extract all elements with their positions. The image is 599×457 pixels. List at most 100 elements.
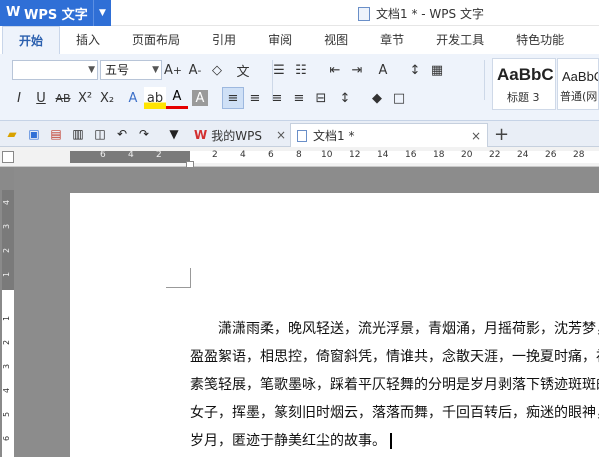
- text-line: 女子，挥墨，篆刻旧时烟云，落落而舞，千回百转后，痴迷的眼神，: [190, 405, 599, 421]
- grow-font-icon[interactable]: A +: [162, 59, 184, 81]
- export-pdf-icon[interactable]: ▤: [46, 124, 66, 144]
- ruler-number: 2: [2, 339, 12, 346]
- numbered-list-icon[interactable]: ☷: [290, 59, 312, 81]
- ruler-number: 14: [377, 150, 389, 160]
- ruler-number: 10: [321, 150, 333, 160]
- chevron-down-icon[interactable]: ▼: [164, 124, 184, 144]
- font-size-combo[interactable]: 五号 ▼: [100, 60, 162, 80]
- tab-references[interactable]: 引用: [196, 26, 252, 54]
- decrease-indent-icon[interactable]: ⇤: [324, 59, 346, 81]
- text-line: 潇潇雨柔，晚风轻送，流光浮景，青烟涌，月摇荷影，沈芳梦，: [218, 321, 599, 337]
- ribbon-toolbar: ▼ 五号 ▼ A + A- ◇ 文 ☰ ☷ ⇤ ⇥ A ↕ ▦ I U AB X²…: [0, 54, 599, 121]
- doc-tab-label: 文档1 *: [313, 129, 355, 143]
- highlight-color-icon[interactable]: ab: [144, 87, 166, 109]
- ruler-number: 20: [461, 150, 473, 160]
- italic-icon[interactable]: I: [8, 87, 30, 109]
- redo-icon[interactable]: ↷: [134, 124, 154, 144]
- ruler-number: 6: [2, 435, 12, 442]
- app-menu-button[interactable]: W WPS 文字 ▼: [0, 0, 111, 26]
- ruler-number: 2: [212, 150, 218, 160]
- tab-document1[interactable]: 文档1 * ×: [290, 123, 488, 147]
- print-preview-icon[interactable]: ◫: [90, 124, 110, 144]
- underline-icon[interactable]: U: [30, 87, 52, 109]
- tab-home[interactable]: 开始: [2, 26, 61, 54]
- tab-my-wps[interactable]: W 我的WPS ×: [188, 123, 288, 147]
- ruler-number: 16: [405, 150, 417, 160]
- paragraph-shading-icon[interactable]: ◆: [366, 87, 388, 109]
- ruler-number: 4: [2, 387, 12, 394]
- style-label: 普通(网: [560, 90, 598, 103]
- close-icon[interactable]: ×: [276, 128, 286, 142]
- font-color-icon[interactable]: A: [166, 87, 188, 109]
- distributed-icon[interactable]: ⊟: [310, 87, 332, 109]
- page-margin-marker: [166, 268, 191, 288]
- style-sample: AaBbC: [562, 69, 598, 84]
- tab-stop-selector[interactable]: [2, 151, 14, 163]
- title-bar: W WPS 文字 ▼ 文档1 * - WPS 文字: [0, 0, 599, 26]
- wps-logo-icon: W: [6, 5, 21, 20]
- text-line-last: 岁月，匿迹于静美红尘的故事。: [190, 427, 599, 455]
- ruler-number: 4: [2, 199, 12, 206]
- ruler-number: 22: [489, 150, 501, 160]
- strikethrough-icon[interactable]: AB: [52, 87, 74, 109]
- align-right-icon[interactable]: ≡: [266, 87, 288, 109]
- ruler-number: 24: [517, 150, 529, 160]
- tab-developer[interactable]: 开发工具: [420, 26, 500, 54]
- wps-logo-icon: W: [194, 128, 208, 142]
- doc-tab-label: 我的WPS: [211, 128, 262, 143]
- style-normal-web[interactable]: AaBbC 普通(网: [557, 58, 599, 110]
- ruler-number: 6: [268, 150, 274, 160]
- open-folder-icon[interactable]: ▰: [2, 124, 22, 144]
- text-caret: [390, 433, 392, 449]
- ruler-number: 12: [349, 150, 361, 160]
- border-icon[interactable]: □: [388, 87, 410, 109]
- table-borders-icon[interactable]: ▦: [426, 59, 448, 81]
- ruler-number: 4: [240, 150, 246, 160]
- increase-indent-icon[interactable]: ⇥: [346, 59, 368, 81]
- style-sample: AaBbC: [497, 65, 554, 84]
- document-body[interactable]: 潇潇雨柔，晚风轻送，流光浮景，青烟涌，月摇荷影，沈芳梦， 盈盈絮语，相思控，倚窗…: [190, 315, 599, 455]
- style-label: 标题 3: [507, 91, 540, 104]
- shrink-font-icon[interactable]: A-: [184, 59, 206, 81]
- tab-features[interactable]: 特色功能: [500, 26, 580, 54]
- chevron-down-icon[interactable]: ▼: [93, 0, 111, 26]
- window-title-text: 文档1 * - WPS 文字: [376, 7, 484, 21]
- tab-review[interactable]: 审阅: [252, 26, 308, 54]
- clear-format-icon[interactable]: ◇: [206, 59, 228, 81]
- separator: [272, 60, 273, 100]
- chinese-layout-icon[interactable]: A: [372, 59, 394, 81]
- sort-icon[interactable]: ↕: [404, 59, 426, 81]
- chevron-down-icon: ▼: [152, 65, 159, 75]
- ruler-number: 1: [2, 271, 12, 278]
- tab-page-layout[interactable]: 页面布局: [116, 26, 196, 54]
- ruler-number: 3: [2, 363, 12, 370]
- style-heading3[interactable]: AaBbC 标题 3: [492, 58, 556, 110]
- align-left-icon[interactable]: ≡: [222, 87, 244, 109]
- font-size-value: 五号: [105, 63, 130, 77]
- align-center-icon[interactable]: ≡: [244, 87, 266, 109]
- new-tab-icon[interactable]: +: [494, 124, 509, 145]
- close-icon[interactable]: ×: [471, 129, 481, 143]
- print-icon[interactable]: ▥: [68, 124, 88, 144]
- line-spacing-icon[interactable]: ↕: [334, 87, 356, 109]
- tab-insert[interactable]: 插入: [60, 26, 116, 54]
- undo-icon[interactable]: ↶: [112, 124, 132, 144]
- horizontal-ruler-row: 6 4 2 2 4 6 8 10 12 14 16 18 20 22 24 26…: [0, 147, 599, 167]
- phonetic-guide-icon[interactable]: 文: [232, 59, 254, 81]
- ruler-number: 2: [2, 247, 12, 254]
- separator: [484, 60, 485, 100]
- subscript-icon[interactable]: X₂: [96, 87, 118, 109]
- vertical-ruler[interactable]: 4 3 2 1 1 2 3 4 5 6: [2, 190, 14, 457]
- save-icon[interactable]: ▣: [24, 124, 44, 144]
- justify-icon[interactable]: ≡: [288, 87, 310, 109]
- text-effect-icon[interactable]: A: [122, 87, 144, 109]
- document-icon: [358, 6, 370, 21]
- chevron-down-icon: ▼: [88, 65, 95, 75]
- char-shading-icon[interactable]: A: [192, 90, 208, 106]
- horizontal-ruler[interactable]: 6 4 2 2 4 6 8 10 12 14 16 18 20 22 24 26…: [70, 150, 599, 163]
- font-name-combo[interactable]: ▼: [12, 60, 98, 80]
- window-title: 文档1 * - WPS 文字: [358, 5, 484, 22]
- tab-view[interactable]: 视图: [308, 26, 364, 54]
- tab-section[interactable]: 章节: [364, 26, 420, 54]
- superscript-icon[interactable]: X²: [74, 87, 96, 109]
